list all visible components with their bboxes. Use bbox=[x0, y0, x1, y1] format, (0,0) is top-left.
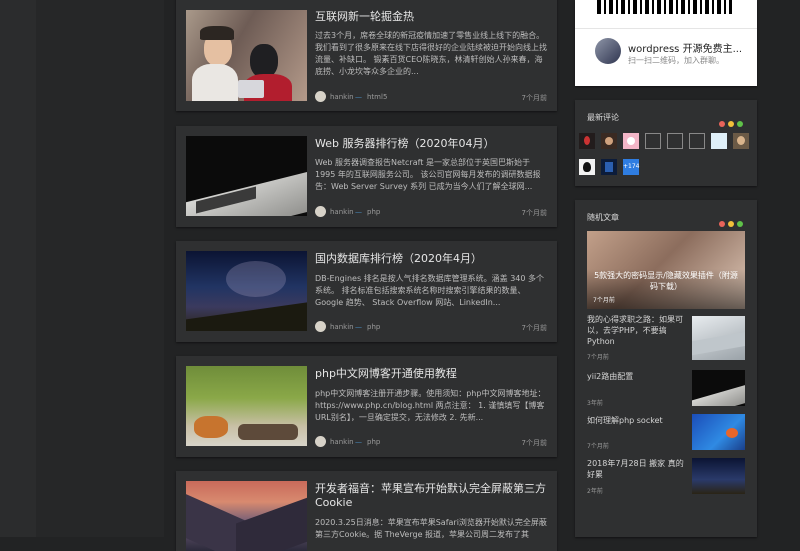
post-card[interactable]: php中文网博客开通使用教程 php中文网博客注册开通步骤。使用须知：php中文… bbox=[176, 356, 557, 457]
random-post-thumbnail[interactable] bbox=[692, 370, 745, 406]
commenter-avatar[interactable] bbox=[711, 133, 727, 149]
post-meta: hankin — php 7个月前 bbox=[315, 206, 547, 218]
dot-green bbox=[737, 121, 743, 127]
meta-separator: — bbox=[355, 93, 362, 101]
post-category[interactable]: php bbox=[367, 323, 380, 331]
commenter-avatar[interactable] bbox=[645, 133, 661, 149]
widget-title: 最新评论 bbox=[587, 113, 619, 122]
post-category[interactable]: html5 bbox=[367, 93, 387, 101]
post-title[interactable]: 国内数据库排行榜（2020年4月） bbox=[315, 252, 547, 266]
post-time: 7个月前 bbox=[521, 209, 547, 217]
post-meta: hankin — html5 7个月前 bbox=[315, 91, 547, 103]
dot-red bbox=[719, 221, 725, 227]
dot-yellow bbox=[728, 121, 734, 127]
post-meta: hankin — php 7个月前 bbox=[315, 321, 547, 333]
post-thumbnail[interactable] bbox=[186, 10, 307, 101]
random-post-time: 7个月前 bbox=[587, 354, 609, 361]
post-card[interactable]: 开发者福音：苹果宣布开始默认完全屏蔽第三方 Cookie 2020.3.25日消… bbox=[176, 471, 557, 551]
meta-separator: — bbox=[355, 438, 362, 446]
post-category[interactable]: php bbox=[367, 438, 380, 446]
random-posts-widget: 随机文章 5款强大的密码显示/隐藏效果插件（附源码下载） 7个月前 我的心得求职… bbox=[575, 200, 757, 537]
random-post-time: 2年前 bbox=[587, 488, 603, 495]
commenter-avatar[interactable] bbox=[667, 133, 683, 149]
post-excerpt: DB-Engines 排名是按人气排名数据库管理系统。涵盖 340 多个系统。 … bbox=[315, 274, 545, 307]
post-excerpt: Web 服务器调查报告Netcraft 是一家总部位于英国巴斯始于 1995 年… bbox=[315, 158, 541, 191]
latest-comments-widget: 最新评论 +174 bbox=[575, 100, 757, 186]
qr-widget: wordpress 开源免费主... 扫一扫二维码，加入群聊。 bbox=[575, 0, 757, 86]
post-title[interactable]: 互联网新一轮掘金热 bbox=[315, 10, 547, 24]
random-post-title[interactable]: 如何理解php socket bbox=[587, 415, 687, 426]
random-post-thumbnail[interactable] bbox=[692, 414, 745, 450]
random-post-title[interactable]: 我的心得求职之路：如果可以，去学PHP，不要搞Python bbox=[587, 314, 687, 347]
post-excerpt: php中文网博客注册开通步骤。使用须知：php中文网博客地址：https://w… bbox=[315, 389, 546, 422]
random-post-title[interactable]: 2018年7月28日 搬家 真的好累 bbox=[587, 458, 687, 480]
author-avatar[interactable] bbox=[315, 321, 326, 332]
commenter-avatar[interactable] bbox=[733, 133, 749, 149]
commenter-avatar[interactable] bbox=[601, 133, 617, 149]
post-thumbnail[interactable] bbox=[186, 481, 307, 551]
featured-post-time: 7个月前 bbox=[593, 297, 615, 304]
featured-post-title[interactable]: 5款强大的密码显示/隐藏效果插件（附源码下载） bbox=[592, 270, 740, 292]
commenter-avatar[interactable] bbox=[601, 159, 617, 175]
group-avatar bbox=[595, 38, 621, 64]
dot-yellow bbox=[728, 221, 734, 227]
group-subtitle: 扫一扫二维码，加入群聊。 bbox=[628, 56, 724, 65]
qr-code bbox=[597, 0, 732, 14]
commenter-avatar[interactable] bbox=[579, 133, 595, 149]
post-author[interactable]: hankin bbox=[330, 438, 354, 446]
commenter-avatar[interactable] bbox=[689, 133, 705, 149]
post-title[interactable]: Web 服务器排行榜（2020年04月） bbox=[315, 137, 547, 151]
group-name: wordpress 开源免费主... bbox=[628, 44, 743, 55]
random-post-time: 3年前 bbox=[587, 400, 603, 407]
meta-separator: — bbox=[355, 323, 362, 331]
post-title[interactable]: 开发者福音：苹果宣布开始默认完全屏蔽第三方 Cookie bbox=[315, 482, 547, 510]
post-thumbnail[interactable] bbox=[186, 251, 307, 331]
window-dots bbox=[716, 112, 743, 131]
author-avatar[interactable] bbox=[315, 206, 326, 217]
post-author[interactable]: hankin bbox=[330, 93, 354, 101]
random-post-thumbnail[interactable] bbox=[692, 458, 745, 494]
window-dots bbox=[716, 212, 743, 231]
featured-post[interactable]: 5款强大的密码显示/隐藏效果插件（附源码下载） 7个月前 bbox=[587, 231, 745, 309]
post-time: 7个月前 bbox=[521, 439, 547, 447]
author-avatar[interactable] bbox=[315, 436, 326, 447]
post-card[interactable]: 国内数据库排行榜（2020年4月） DB-Engines 排名是按人气排名数据库… bbox=[176, 241, 557, 342]
post-time: 7个月前 bbox=[521, 94, 547, 102]
random-post-time: 7个月前 bbox=[587, 443, 609, 450]
random-post-thumbnail[interactable] bbox=[692, 316, 745, 360]
meta-separator: — bbox=[355, 208, 362, 216]
next-widget bbox=[575, 528, 757, 537]
post-card[interactable]: 互联网新一轮掘金热 过去3个月，席卷全球的新冠疫情加速了零售业线上线下的融合。我… bbox=[176, 0, 557, 111]
random-post-title[interactable]: yii2路由配置 bbox=[587, 371, 687, 382]
widget-title: 随机文章 bbox=[587, 213, 619, 222]
left-rail bbox=[0, 0, 36, 537]
post-author[interactable]: hankin bbox=[330, 323, 354, 331]
dot-green bbox=[737, 221, 743, 227]
left-column bbox=[36, 0, 164, 537]
post-meta: hankin — php 7个月前 bbox=[315, 436, 547, 448]
commenter-avatar[interactable] bbox=[579, 159, 595, 175]
post-excerpt: 2020.3.25日消息：苹果宣布苹果Safari浏览器开始默认完全屏蔽第三方C… bbox=[315, 518, 547, 539]
post-author[interactable]: hankin bbox=[330, 208, 354, 216]
post-card[interactable]: Web 服务器排行榜（2020年04月） Web 服务器调查报告Netcraft… bbox=[176, 126, 557, 227]
commenter-avatar[interactable] bbox=[623, 133, 639, 149]
post-thumbnail[interactable] bbox=[186, 136, 307, 216]
post-title[interactable]: php中文网博客开通使用教程 bbox=[315, 367, 547, 381]
post-excerpt: 过去3个月，席卷全球的新冠疫情加速了零售业线上线下的融合。我们看到了很多原来在线… bbox=[315, 31, 547, 76]
post-thumbnail[interactable] bbox=[186, 366, 307, 446]
qr-divider bbox=[575, 28, 757, 29]
dot-red bbox=[719, 121, 725, 127]
post-category[interactable]: php bbox=[367, 208, 380, 216]
more-commenters-badge[interactable]: +174 bbox=[623, 159, 639, 175]
post-time: 7个月前 bbox=[521, 324, 547, 332]
author-avatar[interactable] bbox=[315, 91, 326, 102]
